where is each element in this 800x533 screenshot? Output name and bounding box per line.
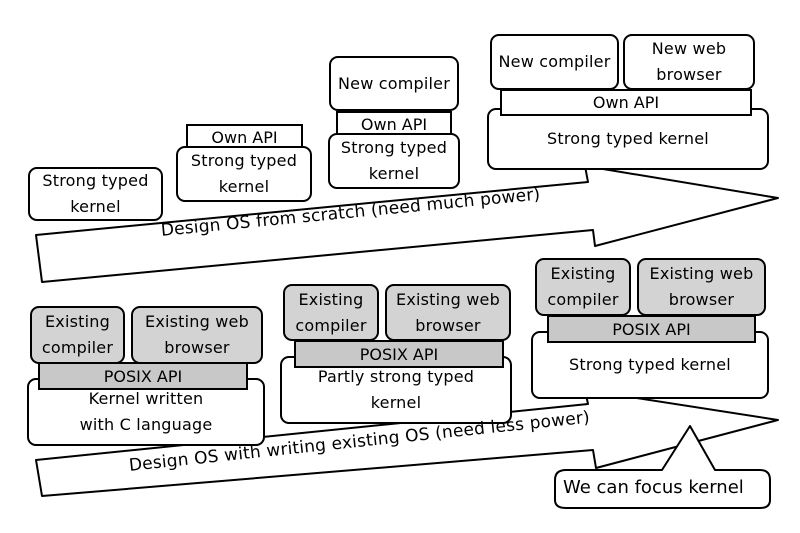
callout-text: We can focus kernel <box>563 477 744 498</box>
diagram: Strong typed kernel Own API Strong typed… <box>0 0 800 533</box>
bottom-stage3-api: POSIX API <box>547 315 756 343</box>
top-stage4-api: Own API <box>500 89 752 116</box>
top-stage4-kernel: Strong typed kernel <box>487 108 769 170</box>
top-stage4-compiler: New compiler <box>490 34 619 90</box>
bottom-stage3-browser: Existing web browser <box>637 258 766 316</box>
bottom-stage1-browser: Existing web browser <box>131 306 263 364</box>
bottom-stage1-api: POSIX API <box>38 362 248 390</box>
bottom-stage2-browser: Existing web browser <box>385 284 511 341</box>
top-stage2-kernel: Strong typed kernel <box>176 146 312 202</box>
bottom-stage2-compiler: Existing compiler <box>283 284 379 341</box>
bottom-stage3-compiler: Existing compiler <box>535 258 631 316</box>
top-stage3-kernel: Strong typed kernel <box>328 133 460 189</box>
top-stage3-compiler: New compiler <box>329 56 459 111</box>
top-stage4-browser: New web browser <box>623 34 755 90</box>
bottom-stage1-compiler: Existing compiler <box>30 306 125 364</box>
bottom-stage2-api: POSIX API <box>294 340 504 368</box>
top-stage1-kernel: Strong typed kernel <box>28 167 163 221</box>
